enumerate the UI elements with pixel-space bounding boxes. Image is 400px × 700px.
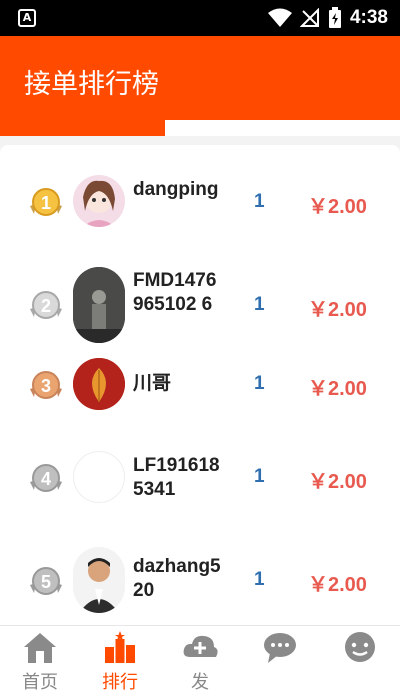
- ranking-row[interactable]: 2 FMD1476965102 6 1 ￥2.00: [0, 267, 400, 347]
- nav-item-message[interactable]: [240, 626, 320, 700]
- tab-strip: [0, 120, 400, 136]
- medal-rank: 1: [41, 193, 51, 213]
- ranking-row[interactable]: 1 dangping 1 ￥2.00: [0, 172, 400, 232]
- order-amount: ￥2.00: [308, 196, 367, 218]
- user-name: LF1916185341: [133, 455, 220, 500]
- user-name: FMD1476965102 6: [133, 270, 217, 315]
- nav-item-publish[interactable]: 发: [160, 626, 240, 700]
- medal-rank: 5: [41, 572, 51, 592]
- ranking-row[interactable]: 3 川哥 1 ￥2.00: [0, 355, 400, 415]
- nav-label: 首页: [22, 672, 58, 693]
- ranking-row[interactable]: 4 LF1916185341 1 ￥2.00: [0, 448, 400, 508]
- message-icon: [264, 633, 296, 663]
- user-name: dazhang520: [133, 556, 221, 601]
- order-count: 1: [254, 569, 265, 590]
- clock: 4:38: [349, 7, 388, 28]
- nav-item-ranking[interactable]: 排行: [80, 626, 160, 700]
- ranking-icon: [105, 631, 135, 663]
- order-count: 1: [254, 466, 265, 487]
- bottom-nav: 首页 排行 发: [0, 625, 400, 700]
- bronze-medal-icon: 3: [30, 371, 62, 399]
- avatar: [73, 451, 125, 503]
- wifi-icon: [267, 8, 292, 27]
- gold-medal-icon: 1: [30, 188, 62, 216]
- order-count: 1: [254, 373, 265, 394]
- nav-label: 发: [191, 672, 209, 693]
- order-amount: ￥2.00: [308, 471, 367, 493]
- nav-label: 排行: [102, 672, 138, 693]
- profile-icon: [345, 632, 375, 662]
- app-header: 接单排行榜: [0, 36, 400, 120]
- user-name: dangping: [133, 179, 219, 200]
- order-amount: ￥2.00: [308, 299, 367, 321]
- avatar: [73, 547, 125, 613]
- no-signal-icon: [299, 8, 319, 27]
- silver-medal-icon: 2: [30, 291, 62, 319]
- avatar: [73, 175, 125, 227]
- medal-rank: 3: [41, 376, 51, 396]
- medal-rank: 2: [41, 296, 51, 316]
- nav-item-profile[interactable]: [320, 626, 400, 700]
- nav-item-home[interactable]: 首页: [0, 626, 80, 700]
- order-amount: ￥2.00: [308, 574, 367, 596]
- publish-icon: [183, 635, 218, 657]
- page-title: 接单排行榜: [24, 69, 159, 100]
- order-amount: ￥2.00: [308, 378, 367, 400]
- order-count: 1: [254, 191, 265, 212]
- rank-badge-icon: 5: [30, 567, 62, 595]
- rank-badge-icon: 4: [30, 464, 62, 492]
- order-count: 1: [254, 294, 265, 315]
- tab-indicator[interactable]: [0, 120, 165, 136]
- home-icon: [24, 633, 56, 663]
- status-bar: A 4:38: [0, 0, 400, 36]
- ranking-list: 1 dangping 1 ￥2.00 2 FMD1476965102 6 1 ￥…: [0, 145, 400, 625]
- ranking-row[interactable]: 5 dazhang520 1 ￥2.00: [0, 547, 400, 617]
- avatar: [73, 267, 125, 343]
- medal-rank: 4: [41, 469, 51, 489]
- avatar: [73, 358, 125, 410]
- app-notification-icon: A: [18, 9, 36, 27]
- user-name: 川哥: [133, 373, 172, 394]
- battery-charging-icon: [328, 7, 341, 28]
